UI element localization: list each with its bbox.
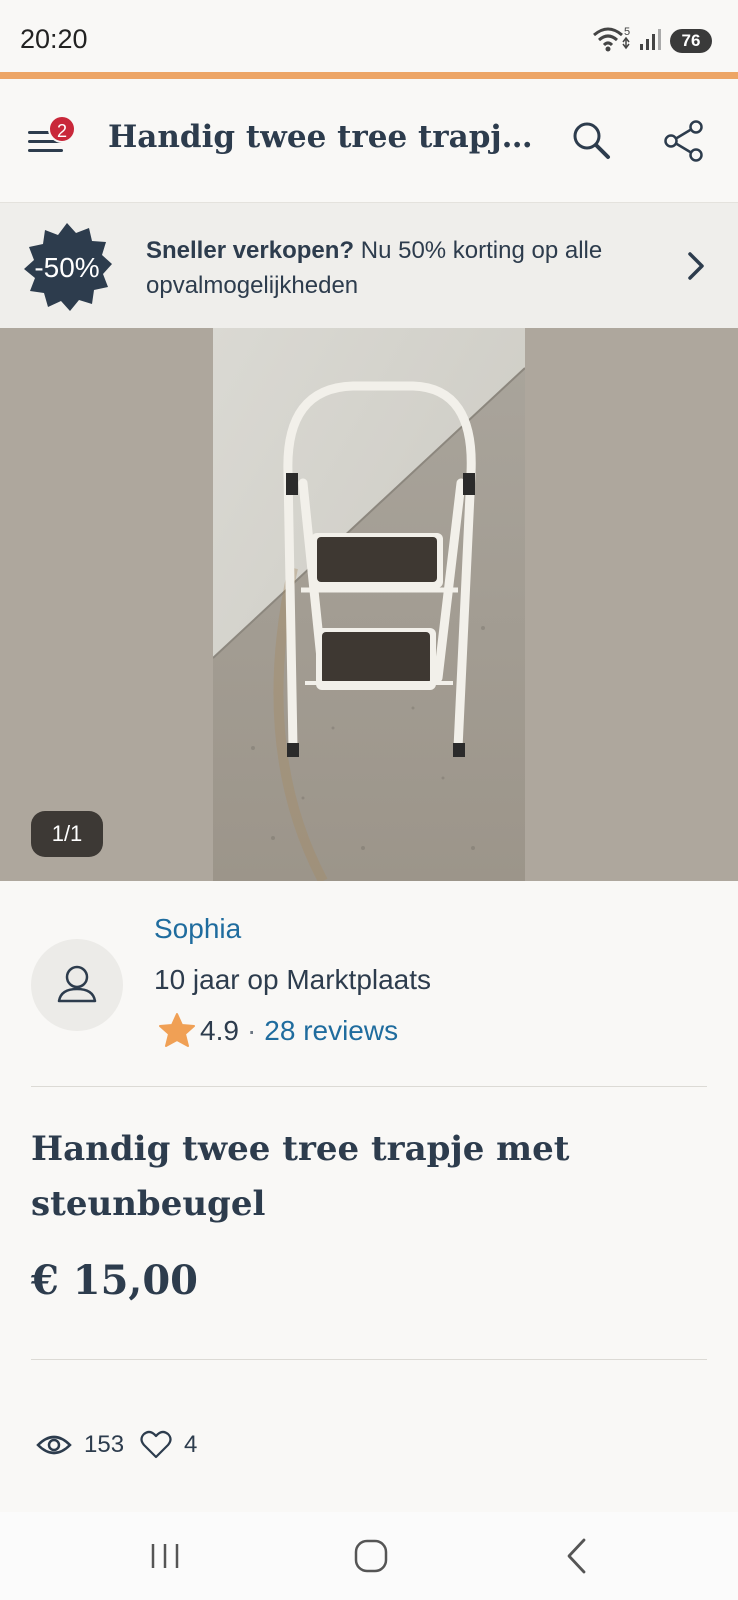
status-icons: 5 76	[592, 26, 712, 56]
battery-icon: 76	[670, 29, 712, 53]
wifi-badge: 5	[624, 26, 630, 38]
search-button[interactable]	[570, 119, 614, 163]
system-navigation-bar	[0, 1512, 738, 1600]
status-bar: 20:20 5 76	[0, 0, 738, 72]
notification-badge: 2	[48, 115, 76, 143]
discount-badge-label: -50%	[34, 252, 100, 283]
signal-icon	[638, 26, 664, 57]
back-button[interactable]	[554, 1532, 602, 1580]
home-button[interactable]	[347, 1532, 395, 1580]
wifi-icon: 5	[592, 24, 632, 59]
listing-title: Handig twee tree trapje met steunbeugel	[31, 1129, 570, 1224]
search-icon	[573, 122, 610, 159]
seller-rating: 4.9 · 28 reviews	[158, 1011, 398, 1051]
recent-apps-button[interactable]	[141, 1532, 189, 1580]
menu-button[interactable]: 2	[28, 115, 76, 161]
divider	[31, 1359, 707, 1360]
promo-bold-text: Sneller verkopen?	[146, 237, 355, 264]
discount-badge: -50%	[20, 221, 114, 315]
seller-name[interactable]: Sophia	[154, 913, 241, 945]
star-icon	[159, 1013, 195, 1047]
listing-price: € 15,00	[31, 1257, 199, 1304]
rating-separator: ·	[246, 1015, 257, 1046]
share-icon	[664, 120, 703, 162]
reviews-link[interactable]: 28 reviews	[264, 1015, 398, 1047]
view-count: 153	[84, 1431, 125, 1458]
seller-membership: 10 jaar op Marktplaats	[154, 964, 432, 995]
status-time: 20:20	[20, 24, 88, 54]
user-icon	[57, 965, 97, 1003]
recent-apps-icon	[151, 1544, 179, 1568]
eye-icon	[36, 1435, 72, 1455]
photo-gallery[interactable]: 1/1	[0, 328, 738, 881]
back-icon	[567, 1538, 586, 1574]
accent-bar	[0, 72, 738, 79]
promo-text: Sneller verkopen? Nu 50% korting op alle…	[146, 233, 656, 303]
header-title: Handig twee tree trapje met steunbeugel	[108, 119, 538, 155]
divider	[31, 1086, 707, 1087]
share-button[interactable]	[662, 119, 706, 163]
listing-stats: 153 4	[36, 1428, 213, 1462]
rating-value: 4.9	[200, 1015, 239, 1046]
heart-icon	[140, 1430, 172, 1459]
listing-photo[interactable]	[213, 328, 525, 881]
home-icon	[354, 1539, 388, 1573]
seller-section[interactable]: Sophia 10 jaar op Marktplaats 4.9 · 28 r…	[0, 881, 738, 1086]
promo-banner[interactable]: -50% Sneller verkopen? Nu 50% korting op…	[0, 203, 738, 328]
favorite-count: 4	[184, 1431, 198, 1458]
avatar[interactable]	[31, 939, 123, 1031]
photo-counter: 1/1	[31, 811, 103, 857]
app-header: 2 Handig twee tree trapje met steunbeuge…	[0, 79, 738, 203]
chevron-right-icon	[688, 252, 704, 280]
